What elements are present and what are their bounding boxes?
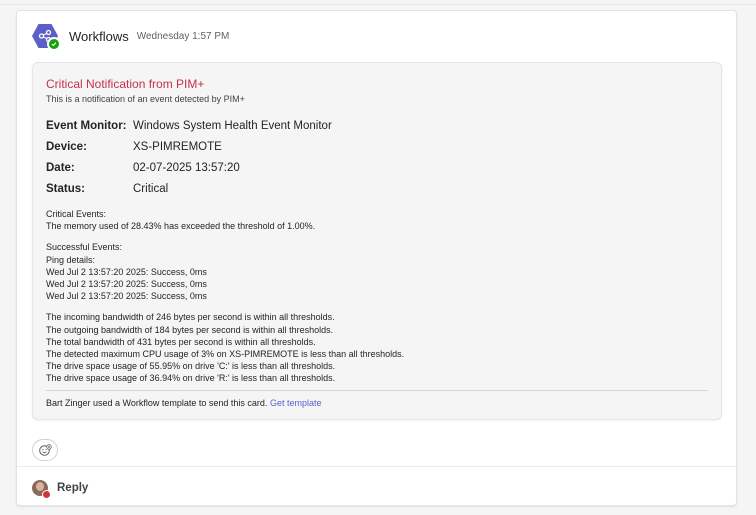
fact-row: Event Monitor: Windows System Health Eve… bbox=[46, 115, 708, 136]
get-template-link[interactable]: Get template bbox=[270, 398, 322, 408]
successful-events-block: Successful Events: Ping details: Wed Jul… bbox=[46, 241, 708, 302]
card-subtitle: This is a notification of an event detec… bbox=[46, 94, 245, 104]
ping-result-line: Wed Jul 2 13:57:20 2025: Success, 0ms bbox=[46, 266, 207, 277]
fact-value: Critical bbox=[133, 182, 169, 195]
message-timestamp: Wednesday 1:57 PM bbox=[136, 30, 230, 42]
footer-text: Bart Zinger used a Workflow template to … bbox=[46, 397, 268, 408]
busy-status-icon bbox=[42, 490, 51, 499]
ping-result-line: Wed Jul 2 13:57:20 2025: Success, 0ms bbox=[46, 279, 207, 290]
reply-label: Reply bbox=[57, 482, 89, 494]
card-title: Critical Notification from PIM+ bbox=[46, 77, 205, 91]
card-divider bbox=[46, 389, 708, 391]
threshold-line: The incoming bandwidth of 246 bytes per … bbox=[46, 312, 335, 323]
threshold-block: The incoming bandwidth of 246 bytes per … bbox=[46, 311, 708, 384]
reply-divider bbox=[17, 466, 736, 467]
available-check-icon bbox=[47, 37, 61, 51]
top-divider bbox=[0, 0, 756, 5]
add-reaction-button[interactable] bbox=[32, 439, 58, 461]
threshold-line: The outgoing bandwidth of 184 bytes per … bbox=[46, 324, 334, 335]
card-footer: Bart Zinger used a Workflow template to … bbox=[46, 397, 708, 409]
sender-name[interactable]: Workflows bbox=[69, 29, 129, 44]
fact-value: 02-07-2025 13:57:20 bbox=[133, 161, 240, 174]
fact-value: Windows System Health Event Monitor bbox=[133, 119, 332, 132]
add-reaction-icon bbox=[39, 444, 52, 456]
successful-events-heading: Successful Events: bbox=[46, 242, 123, 253]
sender-avatar[interactable] bbox=[32, 23, 61, 51]
fact-label: Device: bbox=[46, 140, 87, 153]
critical-events-heading: Critical Events: bbox=[46, 209, 107, 219]
user-avatar bbox=[32, 480, 51, 499]
message-header: Workflows Wednesday 1:57 PM bbox=[32, 23, 230, 51]
fact-row: Device: XS-PIMREMOTE bbox=[46, 136, 708, 157]
adaptive-card: Critical Notification from PIM+ This is … bbox=[32, 62, 722, 420]
threshold-line: The drive space usage of 55.95% on drive… bbox=[46, 361, 336, 372]
reply-button[interactable]: Reply bbox=[32, 478, 89, 499]
fact-label: Event Monitor: bbox=[46, 119, 127, 132]
fact-set: Event Monitor: Windows System Health Eve… bbox=[46, 115, 708, 199]
fact-label: Date: bbox=[46, 161, 75, 174]
fact-value: XS-PIMREMOTE bbox=[133, 140, 222, 153]
fact-row: Date: 02-07-2025 13:57:20 bbox=[46, 157, 708, 178]
message-post: Workflows Wednesday 1:57 PM Critical Not… bbox=[16, 10, 737, 506]
fact-row: Status: Critical bbox=[46, 178, 708, 199]
threshold-line: The drive space usage of 36.94% on drive… bbox=[46, 373, 336, 384]
critical-event-line: The memory used of 28.43% has exceeded t… bbox=[46, 221, 316, 232]
critical-events-block: Critical Events: The memory used of 28.4… bbox=[46, 208, 708, 232]
fact-label: Status: bbox=[46, 182, 85, 195]
threshold-line: The total bandwidth of 431 bytes per sec… bbox=[46, 336, 316, 347]
threshold-line: The detected maximum CPU usage of 3% on … bbox=[46, 349, 405, 360]
ping-details-heading: Ping details: bbox=[46, 254, 96, 265]
ping-result-line: Wed Jul 2 13:57:20 2025: Success, 0ms bbox=[46, 291, 207, 302]
